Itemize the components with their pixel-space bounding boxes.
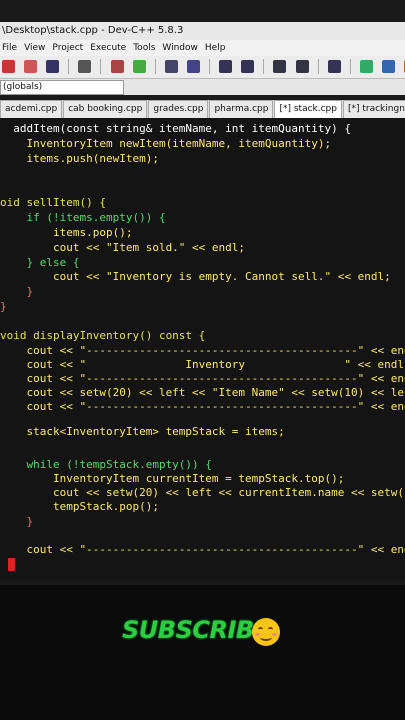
- tab-acdemi[interactable]: acdemi.cpp: [0, 100, 63, 118]
- unindent-icon[interactable]: [241, 60, 255, 73]
- redo-icon[interactable]: [132, 60, 146, 73]
- bookmark-icon[interactable]: [273, 60, 287, 73]
- file-tabs: acdemi.cpp cab booking.cpp grades.cpp pharm…: [0, 100, 405, 118]
- open-icon[interactable]: [24, 60, 38, 73]
- code-line: stack<InventoryItem> tempStack = items;: [0, 425, 285, 438]
- indent-icon[interactable]: [219, 60, 233, 73]
- menu-window[interactable]: Window: [162, 40, 198, 56]
- code-line: InventoryItem newItem(itemName, itemQuan…: [0, 137, 332, 150]
- undo-icon[interactable]: [110, 60, 124, 73]
- toolbar-separator: [317, 59, 319, 74]
- replace-icon[interactable]: [186, 60, 200, 73]
- code-line: if (!items.empty()) {: [0, 211, 166, 224]
- code-line: tempStack.pop();: [0, 500, 159, 513]
- code-line: cout << setw(20) << left << currentItem.…: [0, 486, 404, 499]
- smiling-face-icon: [252, 618, 280, 646]
- menu-view[interactable]: View: [24, 40, 45, 56]
- code-line: cout << "-------------------------------…: [0, 543, 405, 556]
- tab-cab-booking[interactable]: cab booking.cpp: [63, 100, 148, 118]
- toolbar: [0, 56, 405, 79]
- tab-stack[interactable]: [*] stack.cpp: [274, 100, 342, 118]
- toggle-icon[interactable]: [327, 60, 341, 73]
- menu-tools[interactable]: Tools: [133, 40, 155, 56]
- menu-execute[interactable]: Execute: [90, 40, 126, 56]
- code-line: }: [0, 515, 34, 528]
- code-line: void displayInventory() const {: [0, 329, 206, 342]
- code-line: cout << " Inventory " << endl;: [0, 358, 405, 371]
- ide-window: \Desktop\stack.cpp - Dev-C++ 5.8.3 File V…: [0, 0, 405, 585]
- toolbar-separator: [68, 59, 70, 74]
- save-icon[interactable]: [46, 60, 60, 73]
- menu-help[interactable]: Help: [205, 40, 226, 56]
- code-editor[interactable]: addItem(const string& itemName, int item…: [0, 118, 405, 580]
- toolbar-separator: [209, 59, 211, 74]
- video-overlay-area: [0, 585, 405, 720]
- code-line: cout << "-------------------------------…: [0, 400, 405, 413]
- code-line: }: [0, 285, 34, 298]
- toolbar-separator: [100, 59, 102, 74]
- code-line: items.push(newItem);: [0, 152, 159, 165]
- code-line: while (!tempStack.empty()) {: [0, 458, 212, 471]
- scope-select[interactable]: (globals): [0, 80, 124, 95]
- code-line: }: [0, 300, 7, 313]
- menu-file[interactable]: File: [2, 40, 17, 56]
- code-line: } else {: [0, 256, 80, 269]
- menu-bar: File View Project Execute Tools Window Help: [0, 40, 405, 56]
- code-line: items.pop();: [0, 226, 133, 239]
- subscribe-banner: SUBSCRIBE: [122, 616, 270, 644]
- tab-grades[interactable]: grades.cpp: [148, 100, 209, 118]
- code-line: cout << "-------------------------------…: [0, 372, 405, 385]
- text-cursor: [8, 558, 15, 571]
- toolbar-separator: [349, 59, 351, 74]
- toolbar-separator: [154, 59, 156, 74]
- goto-icon[interactable]: [295, 60, 309, 73]
- code-line: cout << "Item sold." << endl;: [0, 241, 246, 254]
- code-line: addItem(const string& itemName, int item…: [0, 122, 351, 135]
- window-title: \Desktop\stack.cpp - Dev-C++ 5.8.3: [0, 22, 405, 40]
- code-line: cout << "-------------------------------…: [0, 344, 405, 357]
- find-icon[interactable]: [164, 60, 178, 73]
- run-icon[interactable]: [381, 60, 395, 73]
- print-icon[interactable]: [78, 60, 92, 73]
- tab-trackingnum[interactable]: [*] trackingnum.cpp: [342, 100, 405, 118]
- tab-pharma[interactable]: pharma.cpp: [209, 100, 274, 118]
- code-line: cout << setw(20) << left << "Item Name" …: [0, 386, 405, 399]
- code-line: oid sellItem() {: [0, 196, 106, 209]
- code-line: cout << "Inventory is empty. Cannot sell…: [0, 270, 391, 283]
- new-file-icon[interactable]: [2, 60, 15, 73]
- menu-project[interactable]: Project: [52, 40, 83, 56]
- compile-icon[interactable]: [359, 60, 373, 73]
- code-line: InventoryItem currentItem = tempStack.to…: [0, 472, 345, 485]
- toolbar-separator: [263, 59, 265, 74]
- scope-bar: (globals): [0, 79, 405, 95]
